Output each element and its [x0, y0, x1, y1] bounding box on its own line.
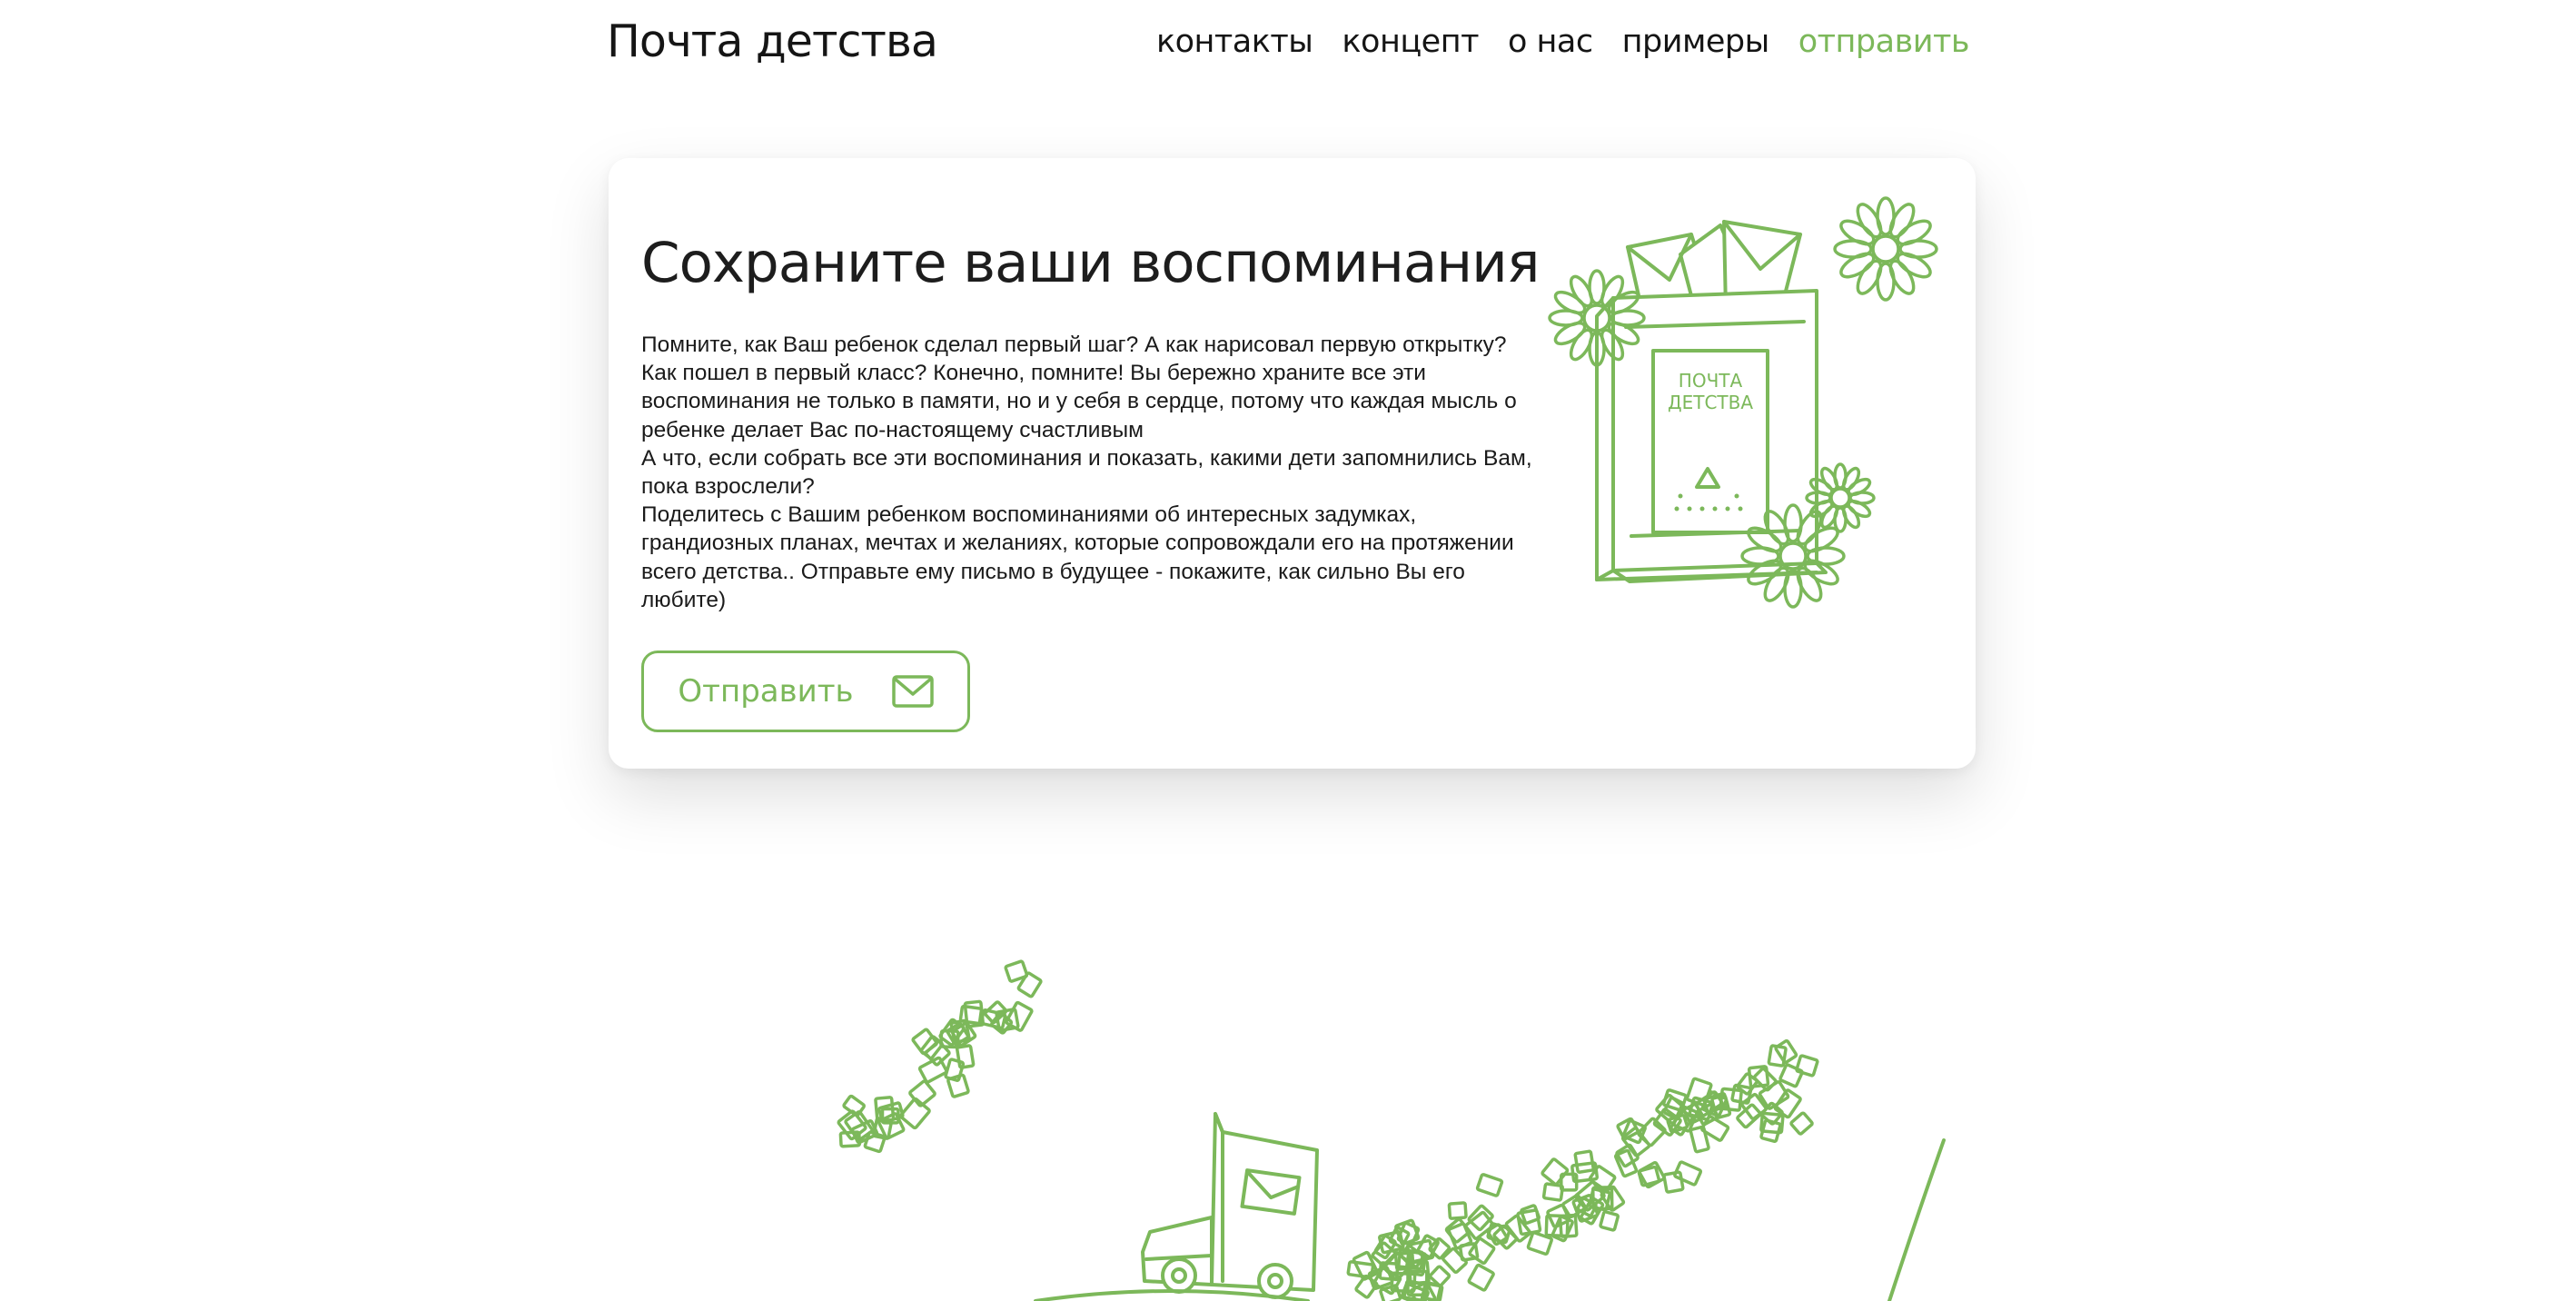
letter-shape [1004, 959, 1029, 983]
letter-shape [958, 1004, 984, 1026]
hero-paragraph: Помните, как Ваш ребенок сделал первый ш… [641, 333, 1517, 442]
nav-link-concept[interactable]: концепт [1342, 20, 1479, 64]
hero-title: Сохраните ваши воспоминания [641, 231, 1540, 295]
hero-paragraph: А что, если собрать все эти воспоминания… [641, 445, 1532, 500]
letter-shape [1467, 1263, 1495, 1292]
mailbox-illustration: ПОЧТА ДЕТСТВА [1548, 196, 1938, 609]
mailbox-label-line1: ПОЧТА [1679, 370, 1743, 392]
letter-shape [1778, 1063, 1804, 1088]
truck-icon [1141, 1112, 1319, 1299]
nav-link-examples[interactable]: примеры [1622, 20, 1770, 64]
letter-shape [1447, 1201, 1468, 1220]
letter-shape [1541, 1157, 1570, 1187]
letter-shape [1689, 1125, 1710, 1154]
send-button-label: Отправить [678, 673, 854, 710]
nav-link-contacts[interactable]: контакты [1156, 20, 1313, 64]
site-logo[interactable]: Почта детства [607, 13, 938, 71]
letter-shape [1475, 1173, 1504, 1197]
hero-paragraph: Поделитесь с Вашим ребенком воспоминания… [641, 502, 1514, 612]
send-button[interactable]: Отправить [641, 650, 970, 732]
letter-shape [917, 1056, 948, 1084]
nav-link-about[interactable]: о нас [1508, 20, 1593, 64]
envelope-icon [891, 675, 934, 708]
hero-description: Помните, как Ваш ребенок сделал первый ш… [641, 331, 1541, 614]
nav-link-send[interactable]: отправить [1798, 20, 1970, 64]
main-nav: контакты концепт о нас примеры отправить [1156, 20, 1970, 64]
delivery-illustration [837, 959, 1946, 1301]
letter-shape [1795, 1054, 1819, 1078]
mailbox-label-line2: ДЕТСТВА [1668, 392, 1753, 413]
letter-shape [1599, 1210, 1620, 1232]
letter-shape [1520, 1204, 1541, 1225]
letter-shape [955, 1044, 976, 1069]
letter-shape [1486, 1222, 1511, 1245]
letter-shape [911, 1028, 938, 1056]
letter-shape [1789, 1111, 1814, 1136]
letter-shape [1016, 971, 1043, 998]
